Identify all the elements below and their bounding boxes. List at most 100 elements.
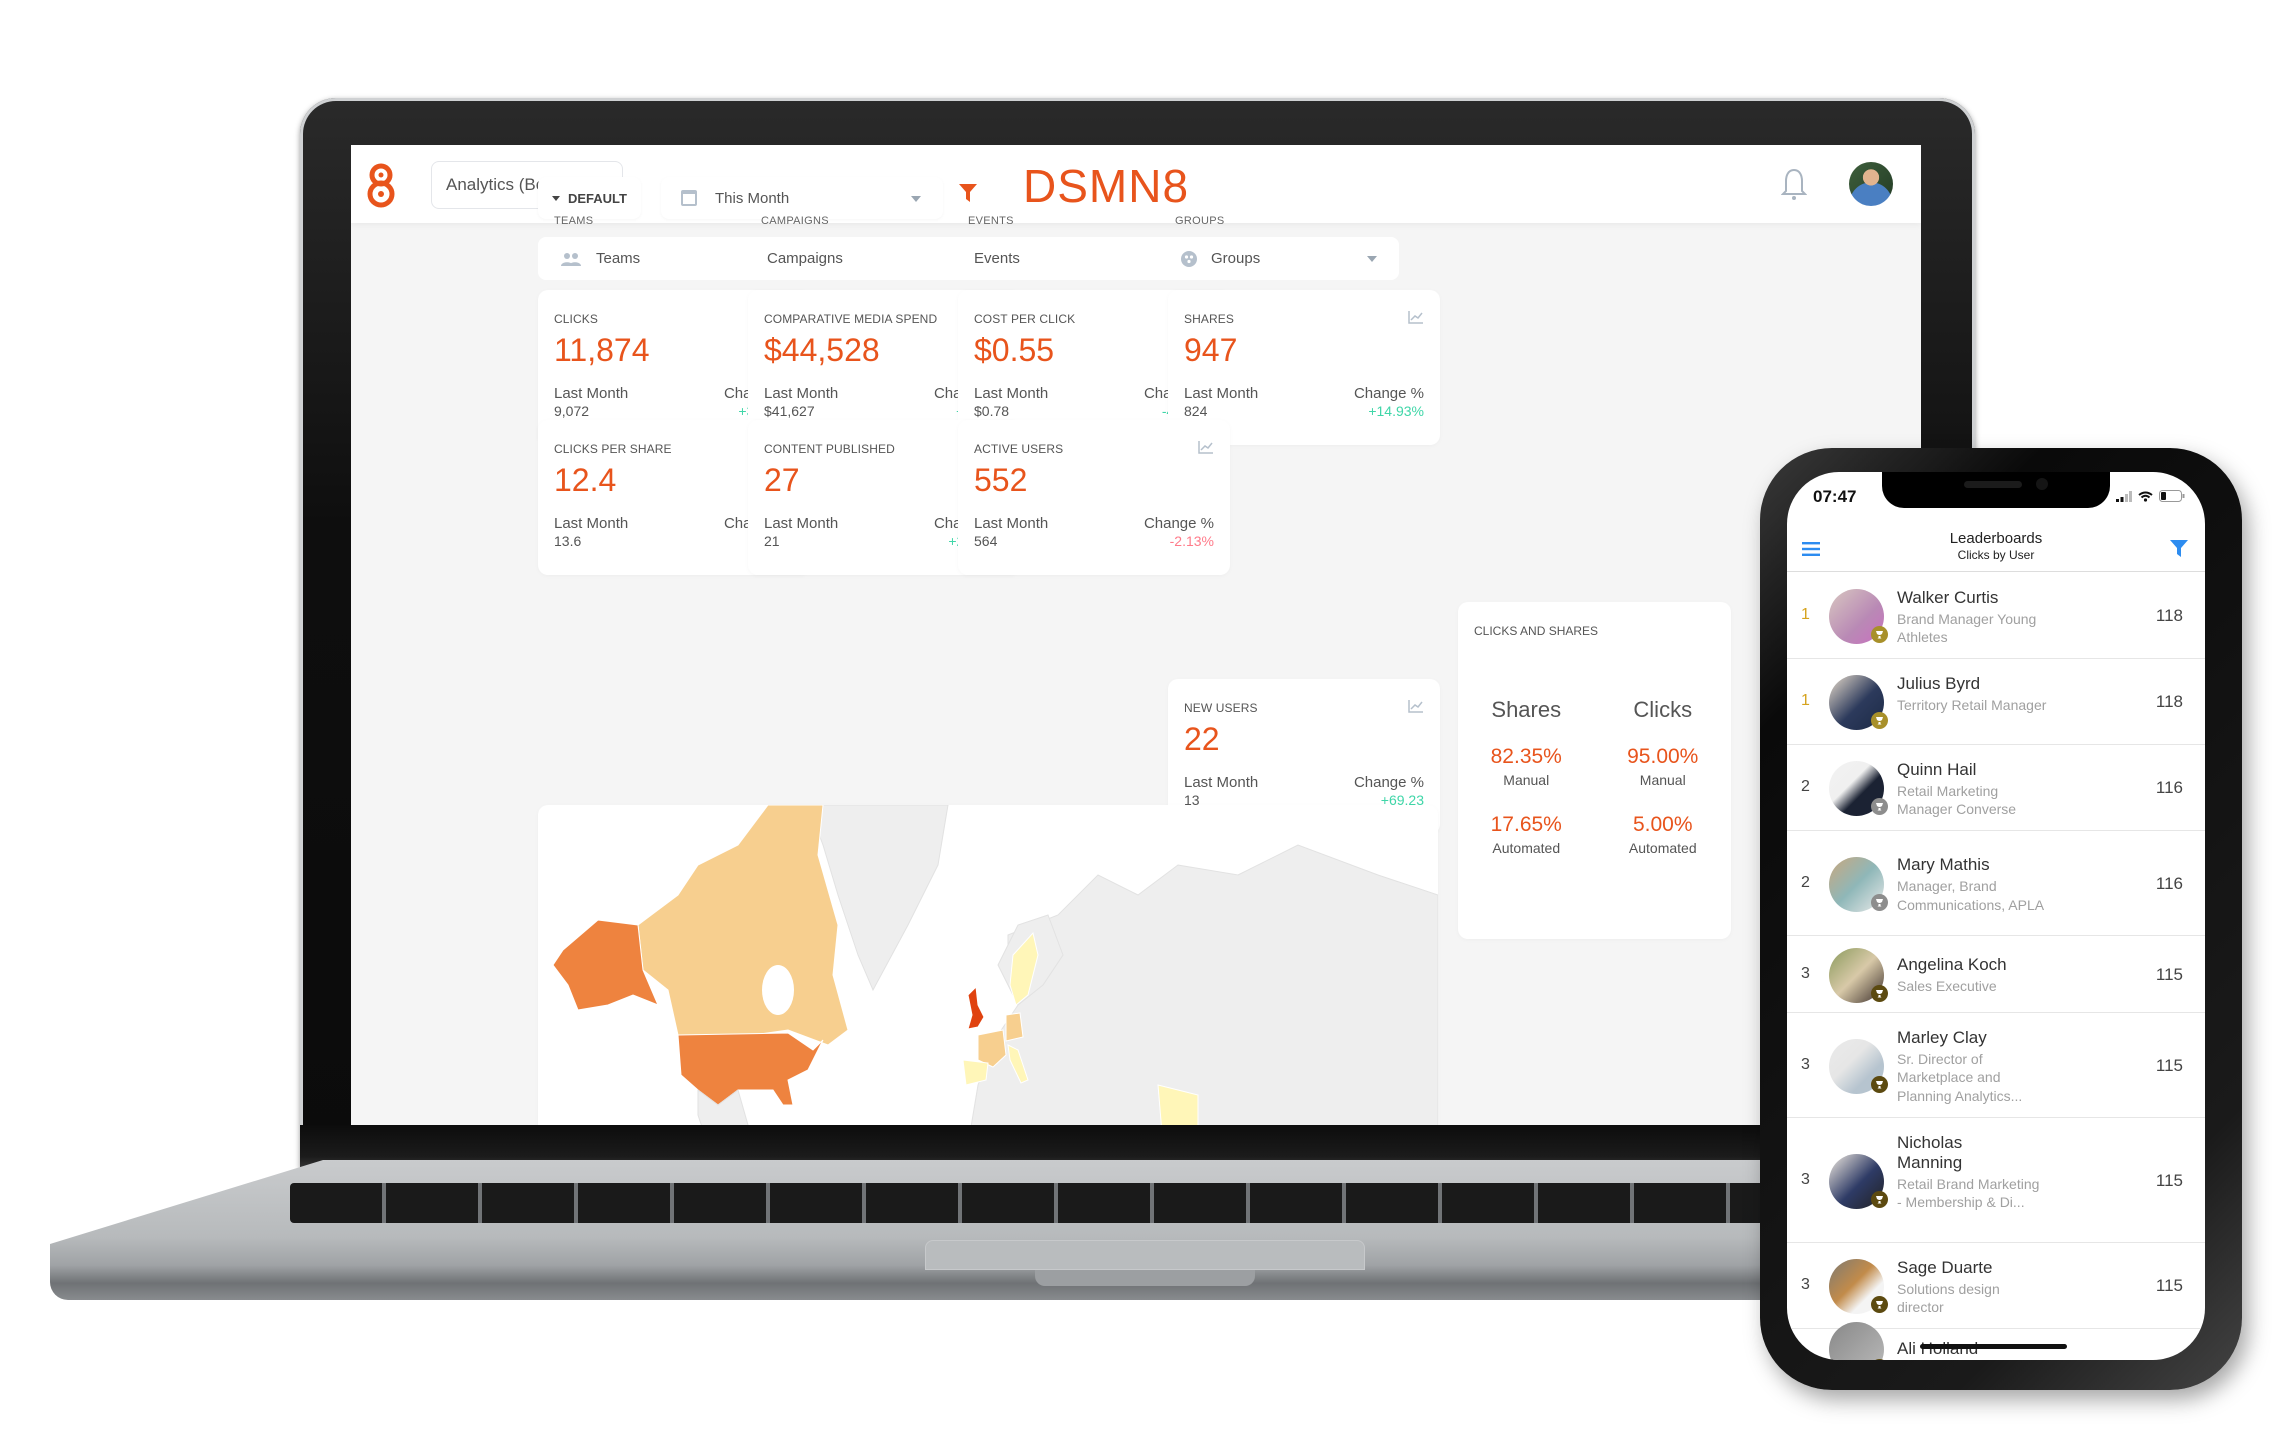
trophy-icon [1871, 984, 1888, 1002]
change-label: Change % [1353, 774, 1424, 791]
leaderboard-header: Leaderboards Clicks by User [1787, 522, 2205, 572]
filter-icon[interactable] [2169, 538, 2189, 558]
metric-title: CONTENT PUBLISHED [764, 442, 895, 456]
metric-title: ACTIVE USERS [974, 442, 1064, 456]
campaigns-select-value: Campaigns [767, 250, 843, 267]
metric-value: 22 [1184, 721, 1220, 757]
dsmn8-logo-icon[interactable] [366, 161, 396, 209]
teams-label: TEAMS [554, 215, 594, 227]
laptop-keyboard [290, 1183, 1850, 1223]
user-name: Mary Mathis [1897, 855, 1990, 874]
last-month-value: $41,627 [764, 403, 815, 419]
speaker-grille [1964, 481, 2022, 488]
trophy-icon [1871, 798, 1888, 815]
world-map-card[interactable] [538, 805, 1438, 1125]
user-name: Sage Duarte [1897, 1257, 1993, 1277]
leaderboard-row[interactable]: 3 Nicholas Manning Retail Brand Marketing … [1787, 1118, 2205, 1243]
laptop-base [50, 1160, 2000, 1300]
last-month-label: Last Month [974, 385, 1049, 402]
user-name: Marley Clay [1897, 1027, 1987, 1047]
clicks-and-shares-card: CLICKS AND SHARES Shares 82.35% Manual 1… [1458, 602, 1731, 939]
last-month-value: 21 [764, 533, 780, 549]
campaigns-label: CAMPAIGNS [761, 215, 829, 227]
map-region-germany [1005, 1012, 1024, 1042]
people-icon [561, 252, 581, 266]
user-role: Solutions design director [1897, 1280, 2000, 1316]
leaderboard-row[interactable]: 1 Julius Byrd Territory Retail Manager 118 [1787, 659, 2205, 745]
brand-wordmark: DSMN8 [1023, 160, 1190, 212]
chevron-down-icon [1367, 256, 1377, 262]
last-month-value: 9,072 [554, 403, 590, 419]
manual-percent: 82.35% [1490, 745, 1562, 768]
user-name: Angelina Koch [1897, 955, 2007, 975]
user-avatar[interactable] [1849, 162, 1893, 206]
metric-value: $44,528 [764, 332, 880, 368]
last-month-label: Last Month [974, 515, 1049, 532]
metric-value: 27 [764, 462, 800, 498]
metric-value: $0.55 [974, 332, 1055, 368]
leaderboard-title: Leaderboards [1949, 530, 2043, 547]
campaigns-select[interactable]: Campaigns [745, 237, 985, 280]
phone-notch [1882, 472, 2110, 508]
filter-icon[interactable] [958, 182, 978, 204]
user-name: Julius Byrd [1897, 673, 1981, 693]
last-month-label: Last Month [1184, 385, 1259, 402]
clicks-column: Clicks 95.00% Manual 5.00% Automated [1595, 697, 1732, 881]
battery-icon [2159, 490, 2185, 502]
user-name: Ali Holland [1897, 1339, 1978, 1358]
metric-value: 552 [974, 462, 1028, 498]
rank: 3 [1801, 1170, 1810, 1188]
leaderboard-row[interactable]: 3 Marley Clay Sr. Director of Marketplace … [1787, 1013, 2205, 1118]
caret-down-icon [552, 195, 560, 201]
score: 118 [2155, 692, 2183, 711]
events-select-value: Events [974, 250, 1020, 267]
laptop-trackpad [925, 1240, 1365, 1270]
leaderboard-row[interactable]: 3 Sage Duarte Solutions design director 115 [1787, 1243, 2205, 1329]
trophy-icon [1871, 1296, 1888, 1313]
last-month-label: Last Month [764, 515, 839, 532]
front-camera [2036, 478, 2048, 490]
trend-chart-icon[interactable] [1198, 440, 1214, 454]
user-role: Retail Brand Marketing - Membership & Di… [1897, 1175, 2040, 1211]
metric-title: CLICKS PER SHARE [554, 442, 672, 456]
last-month-value: 564 [974, 533, 998, 549]
signal-icon [2116, 490, 2132, 502]
wifi-icon [2138, 491, 2153, 502]
score: 118 [2155, 606, 2183, 625]
score: 115 [2155, 964, 2183, 984]
world-map[interactable] [538, 805, 1438, 1125]
user-role: Sr. Director of Marketplace and Planning… [1897, 1050, 2023, 1104]
date-range-dropdown[interactable]: This Month [661, 177, 943, 219]
map-region-united-kingdom [967, 985, 985, 1030]
map-region-canada [637, 805, 849, 1046]
date-range-value: This Month [715, 189, 790, 207]
user-role: Territory Retail Manager [1897, 696, 2047, 713]
manual-label: Manual [1503, 772, 1550, 788]
last-month-label: Last Month [554, 515, 629, 532]
leaderboard-row[interactable]: 3 Angelina Koch Sales Executive 115 [1787, 936, 2205, 1013]
leaderboard-row[interactable]: 1 Walker Curtis Brand Manager Young Athlet… [1787, 573, 2205, 659]
metric-value: 947 [1184, 332, 1238, 368]
trend-chart-icon[interactable] [1408, 699, 1424, 713]
manual-percent: 95.00% [1627, 745, 1699, 768]
events-select[interactable]: Events [952, 237, 1192, 280]
trend-chart-icon[interactable] [1408, 310, 1424, 324]
leaderboard-list: 1 Walker Curtis Brand Manager Young Athlet… [1787, 573, 2205, 1360]
score: 115 [2155, 1055, 2183, 1075]
last-month-value: 13.6 [554, 533, 582, 549]
leaderboard-row[interactable]: 2 Mary Mathis Manager, Brand Communication… [1787, 831, 2205, 936]
groups-select[interactable]: Groups [1159, 237, 1399, 280]
last-month-label: Last Month [764, 385, 839, 402]
user-role: Manager, Brand Communications, APLA [1897, 878, 2045, 913]
bell-icon[interactable] [1781, 167, 1807, 201]
user-role: Sales Executive [1897, 978, 1997, 995]
leaderboard-row[interactable]: 2 Quinn Hail Retail Marketing Manager Conv… [1787, 745, 2205, 831]
change-label: Change % [1143, 515, 1214, 532]
score: 115 [2155, 1276, 2183, 1295]
events-label: EVENTS [968, 215, 1014, 227]
dashboard-screen: Analytics (Beta) DSMN8 DEFAULT This Mont… [351, 145, 1921, 1125]
rank: 2 [1801, 873, 1810, 891]
teams-select-value: Teams [596, 250, 641, 267]
preset-dropdown[interactable]: DEFAULT [538, 177, 641, 219]
teams-select[interactable]: Teams [538, 237, 778, 280]
